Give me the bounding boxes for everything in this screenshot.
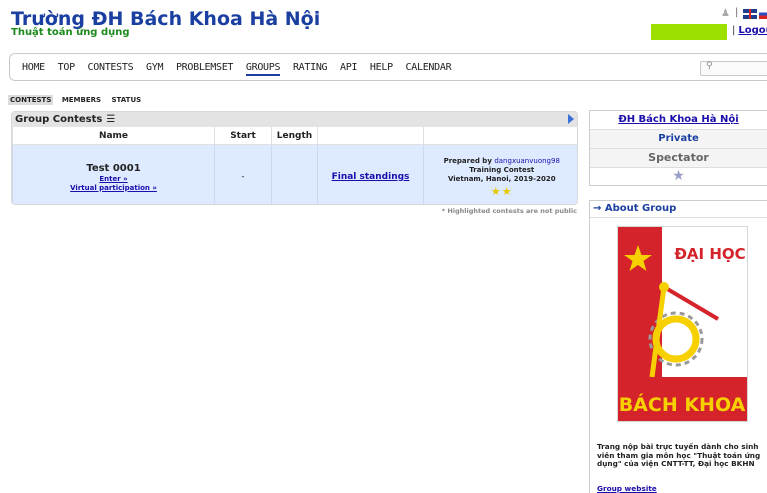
final-standings-link[interactable]: Final standings: [332, 172, 410, 182]
list-icon[interactable]: ☰: [106, 114, 115, 125]
nav-api[interactable]: API: [340, 62, 357, 73]
nav-top[interactable]: TOP: [58, 62, 75, 73]
nav-items: HOME TOP CONTESTS GYM PROBLEMSET GROUPS …: [22, 62, 458, 76]
cell-standings: Final standings: [317, 144, 424, 204]
col-info: [423, 127, 577, 145]
subtab-status[interactable]: STATUS: [110, 95, 144, 105]
search-input[interactable]: ⚲: [700, 61, 767, 76]
cell-name: Test 0001 Enter » Virtual participation …: [12, 144, 215, 204]
difficulty-stars-icon: ★★: [490, 184, 513, 198]
about-group-box: → About Group ĐẠI HỌC BÁCH KHOA Trang nộ…: [589, 200, 767, 493]
group-role: Spectator: [590, 149, 767, 168]
group-website-link[interactable]: Group website: [597, 484, 657, 493]
nav-home[interactable]: HOME: [22, 62, 45, 73]
ru-flag-icon[interactable]: [759, 9, 767, 19]
nav-calendar[interactable]: CALENDAR: [406, 62, 452, 73]
nav-rating[interactable]: RATING: [293, 62, 328, 73]
header: Trường ĐH Bách Khoa Hà Nội Thuật toán ứn…: [0, 0, 767, 48]
university-logo: ĐẠI HỌC BÁCH KHOA: [617, 226, 748, 422]
logout-separator: |: [732, 25, 736, 36]
about-description: Trang nộp bài trực tuyến dành cho sinh v…: [597, 442, 761, 468]
col-name: Name: [12, 127, 215, 145]
subtab-contests[interactable]: CONTESTS: [8, 95, 54, 105]
prepared-by: Prepared by dangxuanvuong98: [425, 156, 577, 166]
logout-link[interactable]: Logout: [738, 25, 767, 36]
user-icon[interactable]: ♟: [721, 8, 731, 20]
nav-contests[interactable]: CONTESTS: [88, 62, 134, 73]
col-standings: [317, 127, 424, 145]
author-link[interactable]: dangxuanvuong98: [494, 157, 560, 165]
separator: |: [735, 7, 739, 18]
group-subtabs: CONTESTS MEMBERS STATUS: [8, 95, 147, 105]
cell-info: Prepared by dangxuanvuong98 Training Con…: [423, 144, 577, 204]
contests-table: Name Start Length Test 0001 Enter » Virt…: [12, 127, 577, 204]
about-title: → About Group: [590, 201, 767, 218]
main-nav: HOME TOP CONTESTS GYM PROBLEMSET GROUPS …: [9, 53, 767, 81]
logo-bottom-text: BÁCH KHOA: [619, 393, 746, 416]
search-icon: ⚲: [706, 61, 713, 71]
group-privacy: Private: [590, 130, 767, 149]
site-subtitle: Thuật toán ứng dụng: [11, 27, 130, 38]
subtab-members[interactable]: MEMBERS: [60, 95, 103, 105]
logo-top-text: ĐẠI HỌC: [674, 245, 745, 263]
contest-location: Vietnam, Hanoi, 2019-2020: [447, 174, 556, 183]
user-handle-box[interactable]: [651, 24, 727, 40]
group-info-box: ĐH Bách Khoa Hà Nội Private Spectator ★: [589, 110, 767, 186]
nav-problemset[interactable]: PROBLEMSET: [176, 62, 234, 73]
contest-name: Test 0001: [86, 162, 141, 174]
nav-groups[interactable]: GROUPS: [245, 62, 281, 76]
nav-help[interactable]: HELP: [370, 62, 393, 73]
expand-arrow-icon[interactable]: [568, 114, 574, 124]
panel-title: Group Contests ☰: [12, 112, 577, 127]
language-switcher: ♟ |: [721, 7, 767, 20]
table-header: Name Start Length: [12, 127, 577, 145]
table-row: Test 0001 Enter » Virtual participation …: [12, 144, 577, 204]
logo-svg: ĐẠI HỌC BÁCH KHOA: [618, 227, 747, 421]
contest-type: Training Contest: [469, 165, 535, 174]
enter-link[interactable]: Enter »: [14, 175, 213, 183]
virtual-participation-link[interactable]: Virtual participation »: [14, 184, 213, 192]
cell-start: -: [214, 144, 272, 204]
col-length: Length: [271, 127, 318, 145]
logout-area: |Logout: [732, 25, 767, 36]
group-name-link[interactable]: ĐH Bách Khoa Hà Nội: [590, 111, 767, 130]
nav-gym[interactable]: GYM: [146, 62, 163, 73]
favorite-star-icon[interactable]: ★: [590, 168, 767, 188]
highlight-note: * Highlighted contests are not public: [441, 207, 577, 215]
uk-flag-icon[interactable]: [743, 9, 757, 19]
group-contests-panel: Group Contests ☰ Name Start Length Test 0…: [11, 111, 578, 205]
prepared-prefix: Prepared by: [443, 156, 492, 165]
col-start: Start: [214, 127, 272, 145]
panel-title-text: Group Contests: [15, 114, 103, 125]
cell-length: [271, 144, 318, 204]
